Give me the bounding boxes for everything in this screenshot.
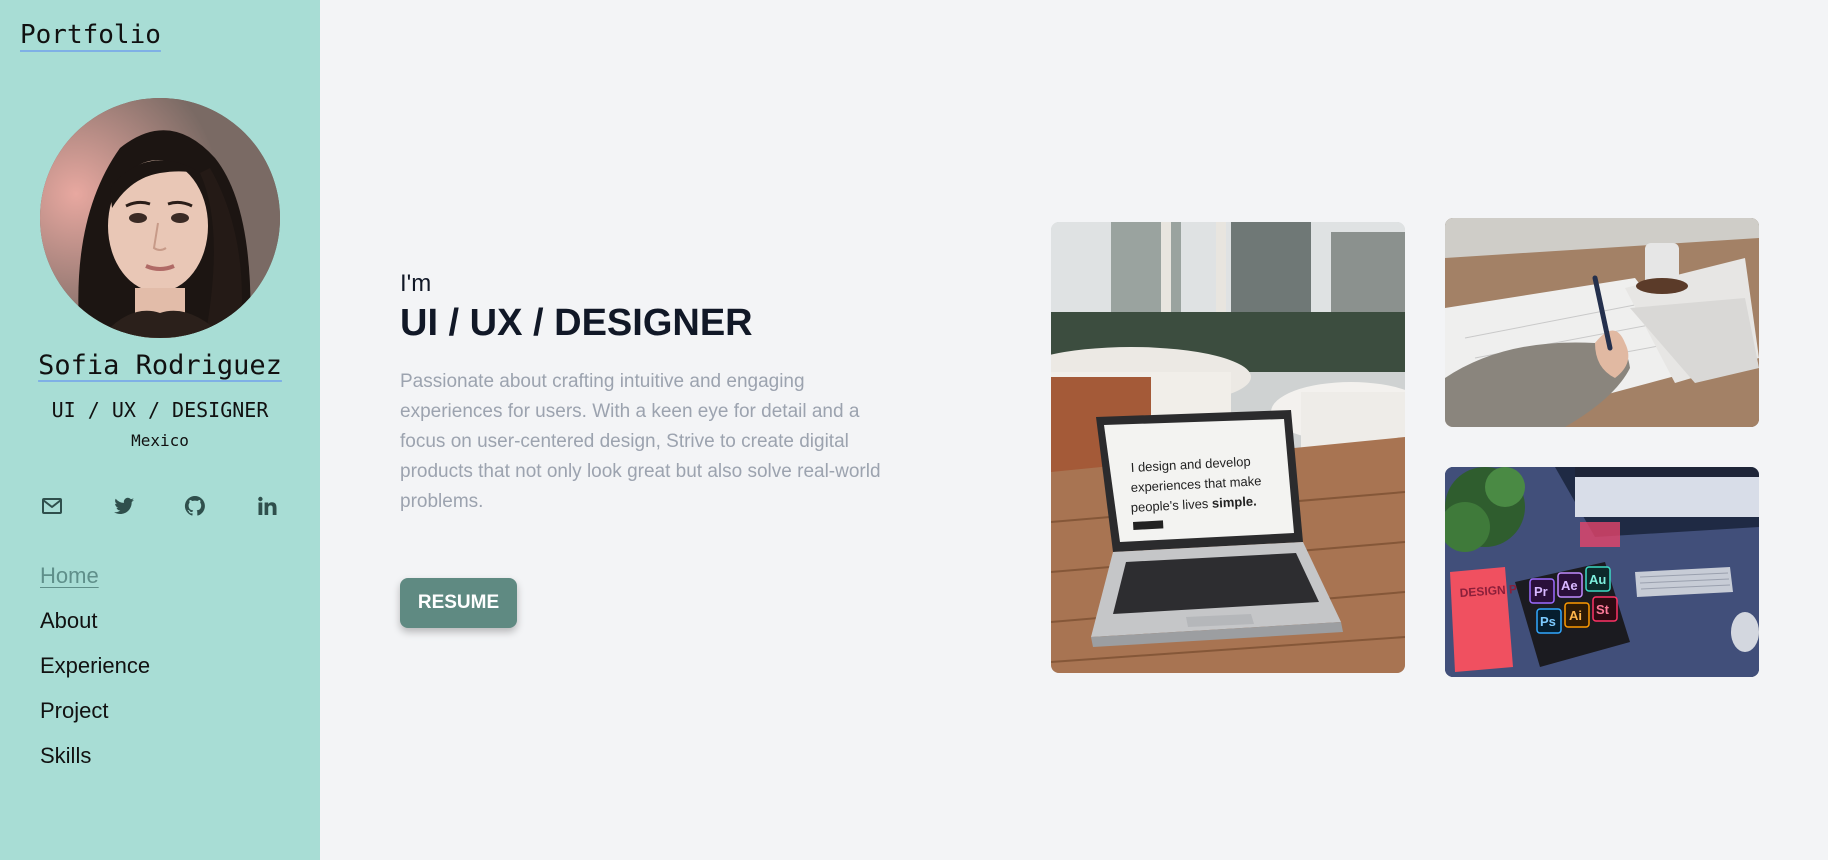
avatar-photo xyxy=(40,98,280,338)
laptop-screen-text-bold: simple. xyxy=(1212,493,1258,510)
profile-role: UI / UX / DESIGNER xyxy=(51,398,269,422)
github-icon[interactable] xyxy=(181,492,209,520)
tile-ai: Ai xyxy=(1569,608,1582,623)
tile-au: Au xyxy=(1589,572,1606,587)
profile-name-text: Sofia Rodriguez xyxy=(38,350,282,381)
profile-name: Sofia Rodriguez xyxy=(0,350,320,381)
tile-ps: Ps xyxy=(1540,614,1556,629)
resume-button[interactable]: RESUME xyxy=(400,578,517,628)
brand-logo-link[interactable]: Portfolio xyxy=(20,20,161,50)
hero-section: I'm UI / UX / DESIGNER Passionate about … xyxy=(400,270,900,517)
tile-st: St xyxy=(1596,602,1610,617)
tile-ae: Ae xyxy=(1561,578,1578,593)
hero-description: Passionate about crafting intuitive and … xyxy=(400,371,881,512)
laptop-photo: I design and develop experiences that ma… xyxy=(1051,222,1405,673)
hero-headline: UI / UX / DESIGNER xyxy=(400,302,753,344)
tile-pr: Pr xyxy=(1534,584,1548,599)
mail-icon[interactable] xyxy=(38,492,66,520)
nav-item-home[interactable]: Home xyxy=(40,560,150,605)
sidebar-nav: Home About Experience Project Skills xyxy=(40,560,150,785)
hero-intro: I'm xyxy=(400,270,432,297)
linkedin-icon[interactable] xyxy=(253,492,281,520)
nav-item-experience[interactable]: Experience xyxy=(40,650,150,695)
sidebar: Portfolio Sofia Rodriguez UI / UX / DESI… xyxy=(0,0,320,860)
desk-photo: DESIGN PLAY BOOK Pr Ae Au Ps Ai St xyxy=(1445,467,1759,677)
nav-item-skills[interactable]: Skills xyxy=(40,740,150,785)
profile-location: Mexico xyxy=(131,431,189,450)
nav-item-about[interactable]: About xyxy=(40,605,150,650)
avatar xyxy=(40,98,280,338)
nav-item-project[interactable]: Project xyxy=(40,695,150,740)
writing-photo xyxy=(1445,218,1759,427)
twitter-icon[interactable] xyxy=(110,492,138,520)
